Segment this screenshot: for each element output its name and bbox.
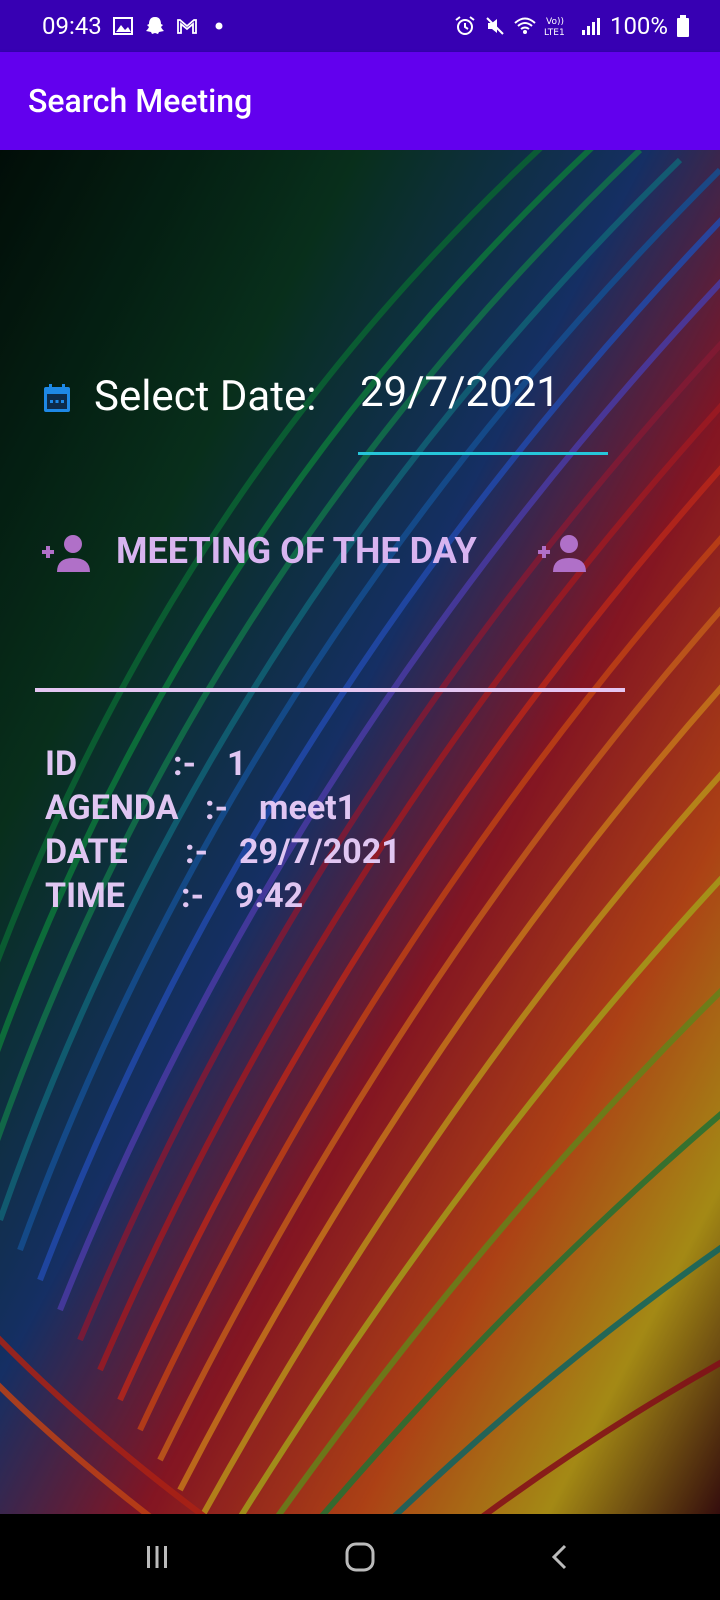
date-value: 29/7/2021 (239, 832, 401, 872)
battery-level: 100% (609, 12, 668, 40)
date-input-underline (358, 452, 608, 455)
home-icon (345, 1542, 375, 1572)
section-divider (35, 688, 625, 692)
svg-text:LTE1: LTE1 (544, 28, 565, 38)
snapchat-icon (145, 17, 164, 34)
page-title: Search Meeting (28, 82, 253, 120)
home-button[interactable] (335, 1534, 385, 1580)
id-label: ID (45, 744, 78, 784)
wifi-icon (514, 17, 536, 34)
time-value: 9:42 (235, 876, 304, 916)
svg-text:Vo)): Vo)) (546, 17, 564, 27)
id-separator: :- (173, 744, 196, 784)
back-button[interactable] (535, 1534, 585, 1580)
status-time: 09:43 (42, 12, 102, 40)
calendar-icon[interactable] (42, 382, 72, 414)
signal-icon (581, 18, 600, 35)
meeting-of-the-day-header: MEETING OF THE DAY (40, 524, 680, 584)
time-label: TIME (45, 876, 125, 916)
recent-apps-icon (147, 1546, 167, 1568)
volte-icon: Vo))LTE1 (544, 17, 565, 38)
agenda-label: AGENDA (45, 788, 179, 828)
mute-icon (486, 17, 504, 35)
agenda-value: meet1 (259, 788, 357, 828)
agenda-separator: :- (205, 788, 228, 828)
select-date-label: Select Date: (94, 372, 317, 421)
content-area: Select Date: 29/7/2021 MEETING OF THE DA… (0, 150, 720, 1514)
navigation-bar (0, 1514, 720, 1600)
section-title: MEETING OF THE DAY (116, 530, 477, 572)
date-label: DATE (45, 832, 128, 872)
image-icon (112, 17, 133, 35)
time-separator: :- (181, 876, 204, 916)
status-bar: 09:43 Vo)) LTE1 100% (0, 0, 720, 52)
dot-icon (215, 22, 223, 30)
recent-apps-button[interactable] (132, 1534, 182, 1580)
battery-icon (677, 15, 689, 37)
back-icon (551, 1544, 567, 1570)
add-person-icon (538, 535, 586, 572)
app-bar: Search Meeting (0, 52, 720, 150)
date-input[interactable]: 29/7/2021 (360, 368, 560, 417)
id-value: 1 (227, 744, 247, 784)
add-person-icon (42, 535, 90, 572)
gmail-icon (176, 19, 197, 34)
alarm-icon (455, 16, 475, 35)
date-separator: :- (185, 832, 208, 872)
